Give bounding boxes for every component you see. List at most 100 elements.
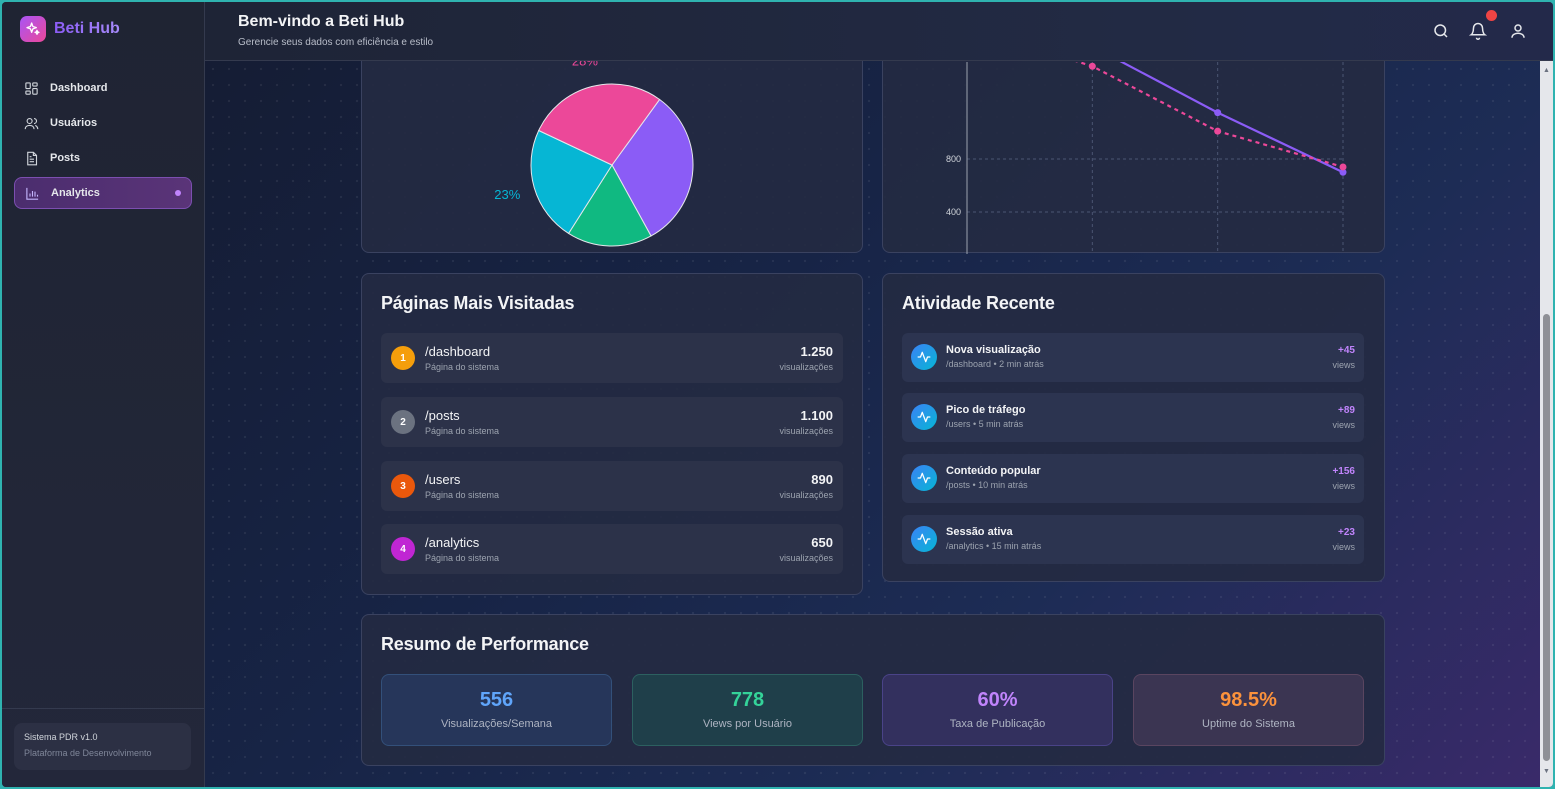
top-pages-card: Páginas Mais Visitadas 1 /dashboard Pági… <box>361 273 863 595</box>
bar-chart-icon <box>26 187 39 200</box>
card-title: Páginas Mais Visitadas <box>381 293 575 313</box>
metric-weekly-views: 556 Visualizações/Semana <box>381 674 612 746</box>
active-indicator <box>175 190 181 196</box>
series-line <box>1075 62 1344 169</box>
activity-unit: views <box>1332 542 1355 552</box>
sidebar-item-dashboard[interactable]: Dashboard <box>14 72 192 104</box>
sidebar-footer: Sistema PDR v1.0 Plataforma de Desenvolv… <box>2 708 205 787</box>
activity-pulse-icon <box>911 526 937 552</box>
sidebar-item-posts[interactable]: Posts <box>14 142 192 174</box>
scroll-down-arrow[interactable]: ▼ <box>1543 768 1550 776</box>
metric-value: 556 <box>479 689 514 711</box>
data-point[interactable] <box>1339 163 1347 171</box>
top-header: Bem-vindo a Beti Hub Gerencie seus dados… <box>205 2 1553 61</box>
card-title: Atividade Recente <box>902 293 1055 313</box>
activity-value: +89 <box>1338 405 1355 416</box>
activity-unit: views <box>1332 481 1355 491</box>
activity-item[interactable]: Pico de tráfego /users • 5 min atrás +89… <box>902 393 1364 442</box>
page-type: Página do sistema <box>425 553 500 563</box>
page-type: Página do sistema <box>425 426 500 436</box>
rank-badge: 1 <box>391 346 415 370</box>
activity-pulse-icon <box>911 344 937 370</box>
system-info-card: Sistema PDR v1.0 Plataforma de Desenvolv… <box>14 723 191 770</box>
card-title: Resumo de Performance <box>381 634 589 654</box>
activity-value: +156 <box>1332 466 1355 477</box>
data-point[interactable] <box>1214 109 1222 117</box>
view-unit: visualizações <box>779 490 833 500</box>
activity-pulse-icon <box>911 465 937 491</box>
metric-label: Views por Usuário <box>702 718 793 730</box>
scroll-up-arrow[interactable]: ▲ <box>1543 67 1550 75</box>
brand[interactable]: Beti Hub <box>20 16 120 42</box>
sidebar: Beti Hub Dashboard Usuários Posts Analyt… <box>2 2 205 787</box>
page-type: Página do sistema <box>425 490 500 500</box>
activity-item[interactable]: Nova visualização /dashboard • 2 min atr… <box>902 333 1364 382</box>
rank-badge: 3 <box>391 474 415 498</box>
metric-value: 60% <box>977 689 1018 711</box>
data-point[interactable] <box>1214 127 1222 135</box>
pie-label: 28% <box>572 61 598 68</box>
list-item[interactable]: 1 /dashboard Página do sistema 1.250 vis… <box>381 333 843 383</box>
document-icon <box>27 151 38 165</box>
list-item[interactable]: 2 /posts Página do sistema 1.100 visuali… <box>381 397 843 447</box>
data-point[interactable] <box>1088 62 1096 70</box>
activity-item[interactable]: Sessão ativa /analytics • 15 min atrás +… <box>902 515 1364 564</box>
app-window: Beti Hub Dashboard Usuários Posts Analyt… <box>2 2 1553 787</box>
activity-title: Sessão ativa <box>946 526 1013 538</box>
page-title: Bem-vindo a Beti Hub <box>238 13 405 30</box>
list-item[interactable]: 4 /analytics Página do sistema 650 visua… <box>381 524 843 574</box>
metric-value: 98.5% <box>1220 689 1277 711</box>
page-path: /analytics <box>425 535 480 550</box>
y-tick-label: 400 <box>946 207 961 217</box>
pie-chart: 28%23%17% <box>494 61 694 279</box>
view-count: 1.100 <box>800 408 833 423</box>
users-icon <box>24 117 39 129</box>
line-chart-card: 0400800Semana 1Semana 2Semana 3Semana 4 <box>882 61 1385 281</box>
metric-publication-rate: 60% Taxa de Publicação <box>882 674 1113 746</box>
page-path: /posts <box>425 408 460 423</box>
rank-badge: 4 <box>391 537 415 561</box>
activity-item[interactable]: Conteúdo popular /posts • 10 min atrás +… <box>902 454 1364 503</box>
activity-meta: /users • 5 min atrás <box>946 419 1024 429</box>
scrollbar-thumb[interactable] <box>1543 314 1550 761</box>
main-content: 28%23%17% 0400800Semana 1Semana 2Semana … <box>205 61 1540 787</box>
metric-label: Uptime do Sistema <box>1202 718 1295 730</box>
system-description: Plataforma de Desenvolvimento <box>24 748 152 758</box>
bell-icon[interactable] <box>1469 22 1487 40</box>
notification-badge <box>1486 10 1497 21</box>
metric-value: 778 <box>730 689 765 711</box>
metric-label: Taxa de Publicação <box>949 718 1046 730</box>
metric-system-uptime: 98.5% Uptime do Sistema <box>1133 674 1364 746</box>
series-line <box>1119 62 1344 174</box>
sidebar-item-users[interactable]: Usuários <box>14 107 192 139</box>
activity-meta: /posts • 10 min atrás <box>946 480 1028 490</box>
activity-value: +45 <box>1338 345 1355 356</box>
user-icon[interactable] <box>1509 22 1527 40</box>
view-unit: visualizações <box>779 426 833 436</box>
performance-summary-card: Resumo de Performance 556 Visualizações/… <box>361 614 1385 766</box>
list-item[interactable]: 3 /users Página do sistema 890 visualiza… <box>381 461 843 511</box>
pie-chart-card: 28%23%17% <box>361 61 863 279</box>
activity-title: Nova visualização <box>946 344 1041 356</box>
activity-title: Pico de tráfego <box>946 404 1026 416</box>
page-type: Página do sistema <box>425 362 500 372</box>
brand-name: Beti Hub <box>54 20 120 37</box>
sparkles-icon <box>20 16 46 42</box>
activity-value: +23 <box>1338 527 1355 538</box>
recent-activity-card: Atividade Recente Nova visualização /das… <box>882 273 1385 582</box>
activity-meta: /dashboard • 2 min atrás <box>946 359 1044 369</box>
vertical-scrollbar[interactable]: ▲ ▼ <box>1540 61 1553 787</box>
sidebar-item-label: Dashboard <box>50 82 108 94</box>
activity-unit: views <box>1332 420 1355 430</box>
metric-label: Visualizações/Semana <box>440 718 553 730</box>
search-icon[interactable] <box>1432 22 1450 40</box>
activity-title: Conteúdo popular <box>946 465 1041 477</box>
page-subtitle: Gerencie seus dados com eficiência e est… <box>238 37 434 48</box>
view-unit: visualizações <box>779 553 833 563</box>
y-tick-label: 800 <box>946 154 961 164</box>
view-count: 650 <box>811 535 833 550</box>
pie-label: 23% <box>494 187 520 202</box>
sidebar-item-analytics[interactable]: Analytics <box>14 177 192 209</box>
view-unit: visualizações <box>779 362 833 372</box>
activity-meta: /analytics • 15 min atrás <box>946 541 1042 551</box>
